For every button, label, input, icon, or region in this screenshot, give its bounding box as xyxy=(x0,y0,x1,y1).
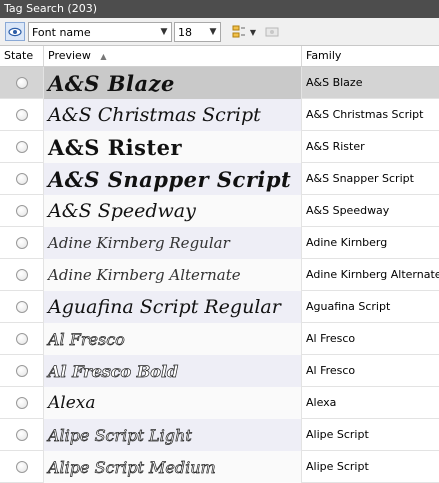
preview-cell: A&S Christmas Script xyxy=(44,99,302,131)
table-row[interactable]: A&S Speedway A&S Speedway xyxy=(0,195,439,227)
table-row[interactable]: A&S Snapper Script A&S Snapper Script xyxy=(0,163,439,195)
state-radio[interactable] xyxy=(15,461,28,473)
table-row[interactable]: Al Fresco Al Fresco xyxy=(0,323,439,355)
preview-cell: A&S Blaze xyxy=(44,67,302,99)
column-header-preview[interactable]: Preview ▲ xyxy=(44,46,302,66)
font-preview: Alexa xyxy=(48,393,96,413)
state-radio[interactable] xyxy=(15,77,28,89)
state-cell xyxy=(0,291,44,323)
column-header-preview-label: Preview xyxy=(48,49,91,62)
font-preview: Al Fresco Bold xyxy=(48,361,179,381)
search-field-select[interactable]: Font name ▼ xyxy=(28,22,172,42)
preview-cell: Adine Kirnberg Regular xyxy=(44,227,302,259)
toolbar: Font name ▼ 18 ▼ ▼ xyxy=(0,18,439,46)
state-radio[interactable] xyxy=(15,365,28,377)
font-preview: Alipe Script Light xyxy=(48,425,192,445)
family-cell: A&S Rister xyxy=(306,140,365,153)
state-radio[interactable] xyxy=(15,205,28,217)
family-cell: A&S Speedway xyxy=(306,204,390,217)
preview-cell: A&S Rister xyxy=(44,131,302,163)
preview-cell: Aguafina Script Regular xyxy=(44,291,302,323)
font-preview: A&S Snapper Script xyxy=(48,166,292,192)
family-cell: Aguafina Script xyxy=(306,300,391,313)
sort-ascending-icon: ▲ xyxy=(100,52,107,61)
family-cell: Alipe Script xyxy=(306,428,369,441)
table-row[interactable]: Alipe Script Light Alipe Script xyxy=(0,419,439,451)
state-radio[interactable] xyxy=(15,141,28,153)
state-cell xyxy=(0,227,44,259)
family-cell: A&S Christmas Script xyxy=(306,108,424,121)
column-header-row: State Preview ▲ Family xyxy=(0,46,439,67)
state-cell xyxy=(0,323,44,355)
column-header-family[interactable]: Family xyxy=(302,46,439,66)
state-cell xyxy=(0,67,44,99)
state-cell xyxy=(0,163,44,195)
font-preview: A&S Rister xyxy=(48,134,183,160)
tag-icon[interactable] xyxy=(231,24,247,40)
tag-remove-icon[interactable] xyxy=(264,24,280,40)
preview-cell: Alipe Script Medium xyxy=(44,451,302,483)
font-preview: Aguafina Script Regular xyxy=(48,296,281,318)
size-value: 18 xyxy=(178,25,192,39)
search-field-value: Font name xyxy=(32,25,91,39)
table-row[interactable]: Al Fresco Bold Al Fresco xyxy=(0,355,439,387)
state-radio[interactable] xyxy=(15,333,28,345)
chevron-down-icon: ▼ xyxy=(160,27,168,37)
state-radio[interactable] xyxy=(15,397,28,409)
table-row[interactable]: Alexa Alexa xyxy=(0,387,439,419)
state-radio[interactable] xyxy=(15,173,28,185)
dropdown-arrow-icon[interactable]: ▼ xyxy=(248,24,258,40)
font-list: A&S Blaze A&S Blaze A&S Christmas Script… xyxy=(0,67,439,483)
state-cell xyxy=(0,259,44,291)
state-cell xyxy=(0,387,44,419)
preview-cell: Al Fresco Bold xyxy=(44,355,302,387)
state-radio[interactable] xyxy=(15,301,28,313)
family-cell: Adine Kirnberg Alternate xyxy=(306,268,439,281)
preview-cell: A&S Snapper Script xyxy=(44,163,302,195)
preview-cell: Alipe Script Light xyxy=(44,419,302,451)
state-cell xyxy=(0,355,44,387)
family-cell: Al Fresco xyxy=(306,332,356,345)
state-cell xyxy=(0,131,44,163)
state-radio[interactable] xyxy=(15,429,28,441)
preview-cell: Al Fresco xyxy=(44,323,302,355)
font-preview: A&S Speedway xyxy=(48,200,196,222)
font-preview: A&S Christmas Script xyxy=(48,104,261,126)
state-cell xyxy=(0,195,44,227)
size-select[interactable]: 18 ▼ xyxy=(174,22,221,42)
family-cell: Al Fresco xyxy=(306,364,356,377)
state-radio[interactable] xyxy=(15,237,28,249)
family-cell: Alipe Script xyxy=(306,460,369,473)
table-row[interactable]: A&S Christmas Script A&S Christmas Scrip… xyxy=(0,99,439,131)
font-preview: A&S Blaze xyxy=(48,70,175,96)
font-preview: Adine Kirnberg Alternate xyxy=(48,266,241,284)
font-preview: Adine Kirnberg Regular xyxy=(48,234,230,252)
font-preview: Al Fresco xyxy=(48,329,125,349)
family-cell: A&S Blaze xyxy=(306,76,363,89)
family-cell: Alexa xyxy=(306,396,337,409)
table-row[interactable]: Adine Kirnberg Regular Adine Kirnberg xyxy=(0,227,439,259)
state-cell xyxy=(0,99,44,131)
state-cell xyxy=(0,419,44,451)
table-row[interactable]: Alipe Script Medium Alipe Script xyxy=(0,451,439,483)
table-row[interactable]: A&S Blaze A&S Blaze xyxy=(0,67,439,99)
family-cell: Adine Kirnberg xyxy=(306,236,388,249)
chevron-down-icon: ▼ xyxy=(209,27,217,37)
preview-cell: Alexa xyxy=(44,387,302,419)
state-radio[interactable] xyxy=(15,109,28,121)
preview-cell: A&S Speedway xyxy=(44,195,302,227)
eye-icon[interactable] xyxy=(5,22,25,41)
table-row[interactable]: A&S Rister A&S Rister xyxy=(0,131,439,163)
family-cell: A&S Snapper Script xyxy=(306,172,414,185)
table-row[interactable]: Adine Kirnberg Alternate Adine Kirnberg … xyxy=(0,259,439,291)
window-title: Tag Search (203) xyxy=(0,0,439,18)
state-cell xyxy=(0,451,44,483)
state-radio[interactable] xyxy=(15,269,28,281)
column-header-state[interactable]: State xyxy=(0,46,44,66)
table-row[interactable]: Aguafina Script Regular Aguafina Script xyxy=(0,291,439,323)
preview-cell: Adine Kirnberg Alternate xyxy=(44,259,302,291)
